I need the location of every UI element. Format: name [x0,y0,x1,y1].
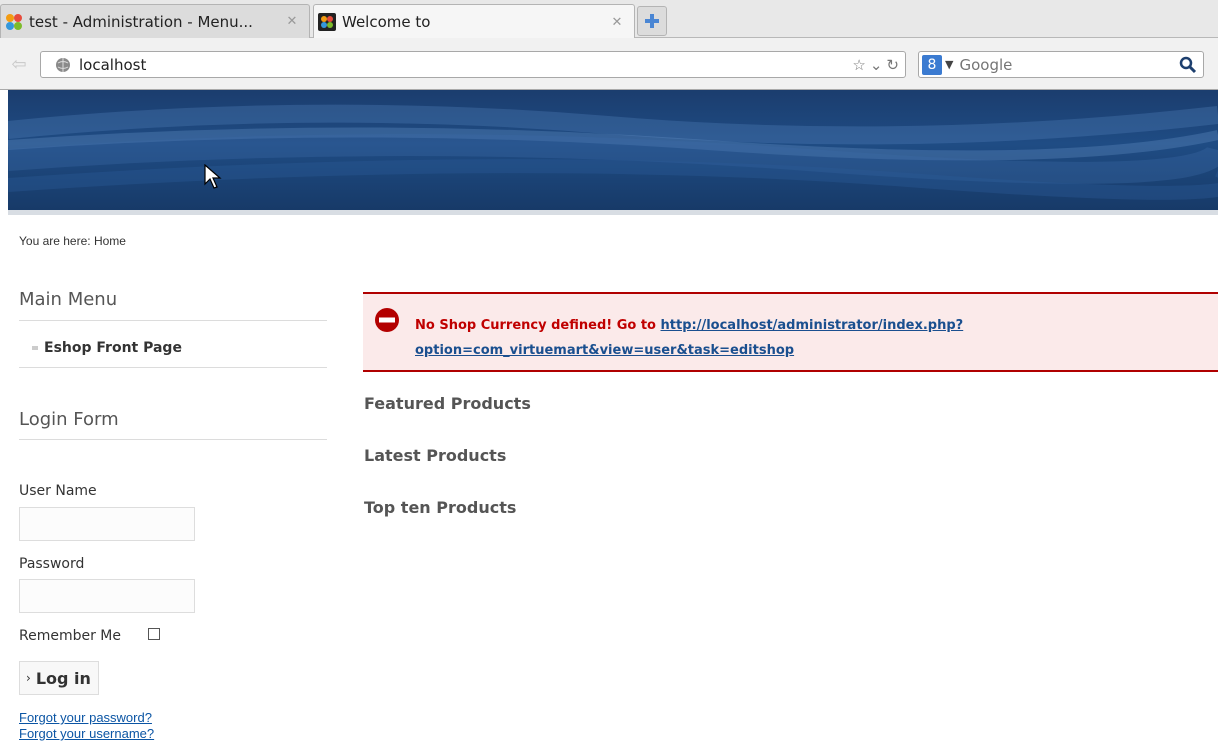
chevron-right-icon: › [26,671,31,685]
header-bottom-strip [8,210,1218,215]
search-engine-dropdown-icon[interactable]: ▼ [945,58,953,71]
username-label: User Name [19,483,97,499]
tab-title: test - Administration - Menu... [29,12,253,31]
featured-products-heading: Featured Products [364,394,531,413]
reload-icon[interactable]: ↻ [886,56,899,74]
password-label: Password [19,556,85,572]
alert-message: No Shop Currency defined! Go to http://l… [415,313,1215,363]
latest-products-heading: Latest Products [364,446,507,465]
joomla-favicon-icon [6,13,22,30]
tab-welcome[interactable]: Welcome to ✕ [313,4,635,39]
remember-me-checkbox[interactable] [148,628,160,640]
alert-text: No Shop Currency defined! Go to [415,318,661,333]
menu-item-label: Eshop Front Page [44,340,182,356]
history-dropdown-icon[interactable]: ⌄ [870,56,883,74]
search-bar: 8 ▼ [918,51,1204,78]
plus-icon [645,14,659,28]
login-button-label: Log in [35,668,91,688]
url-bar[interactable]: localhost ☆ ⌄ ↻ [40,51,906,78]
joomla-favicon-icon [318,13,336,31]
search-engine-icon[interactable]: 8 [922,54,942,75]
top-ten-products-heading: Top ten Products [364,498,517,517]
breadcrumb: You are here: Home [19,234,126,248]
bullet-icon [32,346,38,350]
divider [19,439,327,440]
tab-close-icon[interactable]: ✕ [281,14,303,29]
tab-bar: test - Administration - Menu... ✕ Welcom… [0,0,1218,39]
forgot-password-link[interactable]: Forgot your password? [19,710,152,725]
divider [19,367,327,368]
site-header-banner [8,90,1218,210]
tab-title: Welcome to [342,13,431,31]
login-button[interactable]: › Log in [19,661,99,695]
back-arrow-icon[interactable]: ⇦ [6,52,32,78]
forgot-username-link[interactable]: Forgot your username? [19,726,154,741]
search-magnifier-icon[interactable] [1176,53,1200,77]
remember-me-label: Remember Me [19,628,121,644]
main-menu-title: Main Menu [19,289,118,310]
menu-item-eshop-front-page[interactable]: Eshop Front Page [32,340,182,356]
divider [19,320,327,321]
tab-administration[interactable]: test - Administration - Menu... ✕ [0,4,310,38]
search-input[interactable] [959,55,1176,74]
mouse-cursor-icon [204,164,222,189]
password-field[interactable] [19,579,195,613]
tab-close-icon[interactable]: ✕ [606,15,628,30]
globe-icon [56,57,70,72]
bookmark-star-icon[interactable]: ☆ [852,56,865,74]
new-tab-button[interactable] [637,6,667,36]
url-text: localhost [79,55,147,74]
username-field[interactable] [19,507,195,541]
navigation-bar: ⇦ localhost ☆ ⌄ ↻ 8 ▼ [0,38,1218,90]
error-alert: No Shop Currency defined! Go to http://l… [363,292,1218,372]
banner-wave-graphic [8,104,1218,200]
no-entry-icon [375,308,399,332]
login-form-title: Login Form [19,409,119,430]
